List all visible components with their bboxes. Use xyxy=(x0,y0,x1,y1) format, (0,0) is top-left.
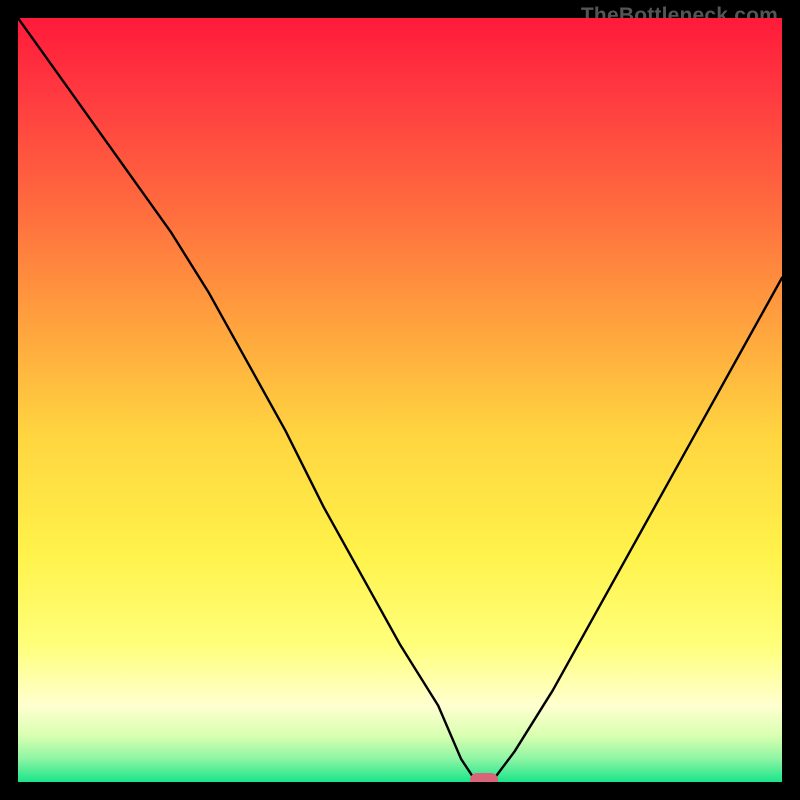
optimal-marker xyxy=(470,773,498,782)
gradient-background xyxy=(18,18,782,782)
plot-area xyxy=(18,18,782,782)
bottleneck-chart xyxy=(18,18,782,782)
chart-frame: TheBottleneck.com xyxy=(0,0,800,800)
